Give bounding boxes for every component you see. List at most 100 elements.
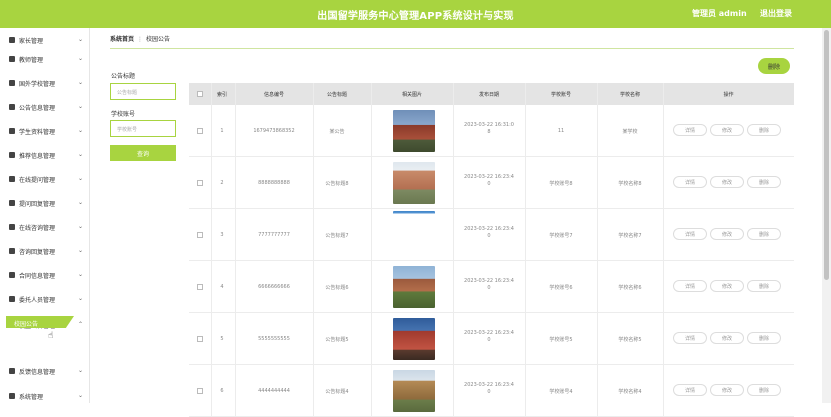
grid-icon [9,128,15,134]
detail-button[interactable]: 详情 [673,384,707,396]
logout-link[interactable]: 退出登录 [760,8,792,19]
account-filter-input[interactable]: 学校账号 [110,120,176,137]
row-checkbox[interactable] [197,284,203,290]
cell-code: 4444444444 [258,388,290,394]
sidebar-item-student-profiles[interactable]: 学生资料管理 ⌄ [0,119,88,143]
sidebar-item-label: 提问回复管理 [19,201,56,208]
grid-icon [9,368,15,374]
sidebar-item-online-consults[interactable]: 在线咨询管理 ⌄ [0,215,88,239]
cell-code: 6666666666 [258,284,290,290]
batch-delete-button[interactable]: 删除 [758,58,790,74]
chevron-down-icon: ⌄ [78,271,84,278]
sidebar-item-foreign-schools[interactable]: 国外学校管理 ⌄ [0,71,88,95]
sidebar-item-question-replies[interactable]: 提问回复管理 ⌄ [0,191,88,215]
campus-photo [393,370,435,412]
cell-date: 2023-03-22 16:23:4 0 [464,174,514,187]
sidebar: 家长管理 ⌄ 教师管理 ⌄ 国外学校管理 ⌄ 公告信息管理 ⌄ 学生资料管理 ⌄ 推荐信息… [0,28,90,403]
page-scrollbar[interactable] [822,28,831,403]
detail-button[interactable]: 详情 [673,332,707,344]
column-divider [597,83,598,417]
cell-account: 学校账号7 [549,233,573,239]
delete-button[interactable]: 删除 [747,176,781,188]
cell-code: 5555555555 [258,336,290,342]
cell-index: 2 [220,180,224,186]
delete-button[interactable]: 删除 [747,228,781,240]
cell-account: 11 [557,128,565,134]
cell-school: 学校名称5 [618,337,642,343]
delete-button[interactable]: 删除 [747,280,781,292]
grid-icon [9,224,15,230]
chevron-down-icon: ⌄ [78,223,84,230]
sidebar-item-recommendations[interactable]: 推荐信息管理 ⌄ [0,143,88,167]
delete-button[interactable]: 删除 [747,384,781,396]
sliders-icon [9,296,15,302]
grid-icon [9,56,15,62]
sidebar-item-announcements[interactable]: 公告信息管理 ⌄ [0,95,88,119]
edit-button[interactable]: 修改 [710,228,744,240]
row-checkbox[interactable] [197,388,203,394]
column-divider [211,83,212,417]
sidebar-item-contracts[interactable]: 合同信息管理 ⌄ [0,263,88,287]
edit-button[interactable]: 修改 [710,176,744,188]
row-checkbox[interactable] [197,180,203,186]
sidebar-item-online-questions[interactable]: 在线提问管理 ⌄ [0,167,88,191]
current-user: 管理员 admin [692,9,747,18]
detail-button[interactable]: 详情 [673,124,707,136]
cell-account: 学校账号5 [549,337,573,343]
column-divider [525,83,526,417]
column-header: 发布日期 [478,92,499,98]
breadcrumb-home[interactable]: 系统首页 [110,36,134,43]
sidebar-item-teachers[interactable]: 教师管理 ⌄ [0,47,88,71]
title-filter-input[interactable]: 公告标题 [110,83,176,100]
cell-date: 2023-03-22 16:31:0 8 [464,122,514,135]
cell-date: 2023-03-22 16:23:4 0 [464,226,514,239]
hand-cursor-icon: ☝ [48,331,54,341]
cell-title: 公告标题8 [325,181,349,187]
column-header: 操作 [723,92,734,98]
edit-button[interactable]: 修改 [710,384,744,396]
delete-button[interactable]: 删除 [747,332,781,344]
edit-button[interactable]: 修改 [710,124,744,136]
grid-icon [9,80,15,86]
campus-photo [393,162,435,204]
chevron-down-icon: ⌄ [78,247,84,254]
row-checkbox[interactable] [197,336,203,342]
detail-button[interactable]: 详情 [673,176,707,188]
cell-school: 学校名称4 [618,389,642,395]
cell-code: 8888888888 [258,180,290,186]
sidebar-item-consult-replies[interactable]: 咨询回复管理 ⌄ [0,239,88,263]
select-all-checkbox[interactable] [197,91,203,97]
cell-date: 2023-03-22 16:23:4 0 [464,278,514,291]
edit-button[interactable]: 修改 [710,332,744,344]
cell-account: 学校账号4 [549,389,573,395]
sidebar-item-label: 家长管理 [19,38,44,45]
sidebar-item-label: 在线提问管理 [19,177,56,184]
column-divider [453,83,454,417]
cell-title: 某公告 [329,129,345,135]
cell-title: 公告标题4 [325,389,349,395]
cell-index: 3 [220,232,224,238]
scrollbar-thumb[interactable] [824,30,829,280]
sidebar-item-agents[interactable]: 委托人员管理 ⌄ [0,287,88,311]
table-row: 4 6666666666 公告标题6 2023-03-22 16:23:4 0 学校账号6… [189,261,794,313]
chevron-down-icon: ⌄ [78,295,84,302]
sidebar-item-system[interactable]: 系统管理 ⌄ [0,384,88,403]
delete-button[interactable]: 删除 [747,124,781,136]
detail-button[interactable]: 详情 [673,228,707,240]
detail-button[interactable]: 详情 [673,280,707,292]
chevron-down-icon: ⌄ [78,127,84,134]
chevron-down-icon: ⌄ [78,55,84,62]
row-checkbox[interactable] [197,232,203,238]
sidebar-item-feedback[interactable]: 反馈信息管理 ⌄ [0,359,88,383]
sidebar-item-label: 在线咨询管理 [19,225,56,232]
chevron-up-icon: ⌃ [78,321,84,328]
search-button[interactable]: 查询 [110,145,176,161]
sidebar-subitem-campus-announcement[interactable]: 校园公告 [6,316,74,328]
cell-index: 4 [220,284,224,290]
edit-button[interactable]: 修改 [710,280,744,292]
doc-icon [9,152,15,158]
row-checkbox[interactable] [197,128,203,134]
table-header: 索引 信息编号 公告标题 相关图片 发布日期 学校账号 学校名称 操作 [189,83,794,105]
user-icon [9,37,15,43]
chevron-down-icon: ⌄ [78,151,84,158]
